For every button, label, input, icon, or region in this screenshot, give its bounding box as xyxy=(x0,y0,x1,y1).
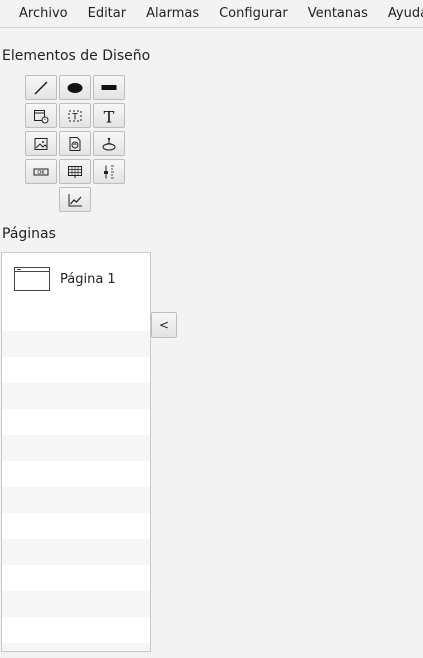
chart-icon xyxy=(68,193,82,206)
document-image-tool-button[interactable] xyxy=(59,131,91,156)
menu-bar: Archivo Editar Alarmas Configurar Ventan… xyxy=(0,0,423,28)
menu-alarmas[interactable]: Alarmas xyxy=(136,0,209,27)
pages-list-empty-rows xyxy=(2,305,150,651)
calendar-clock-icon xyxy=(34,109,49,123)
empty-row xyxy=(2,305,150,331)
empty-row xyxy=(2,591,150,617)
empty-row xyxy=(2,435,150,461)
ellipse-tool-button[interactable] xyxy=(59,75,91,100)
empty-row xyxy=(2,383,150,409)
svg-text:T: T xyxy=(71,112,78,122)
svg-text:OK: OK xyxy=(37,170,45,176)
page-item-label: Página 1 xyxy=(60,271,116,287)
table-icon xyxy=(68,165,82,178)
menu-ayuda[interactable]: Ayuda xyxy=(378,0,423,27)
empty-row xyxy=(2,487,150,513)
rectangle-tool-button[interactable] xyxy=(93,75,125,100)
ellipse-icon xyxy=(67,82,83,93)
empty-row xyxy=(2,539,150,565)
pages-title: Páginas xyxy=(2,226,56,242)
menu-archivo[interactable]: Archivo xyxy=(0,0,78,27)
button-icon: OK xyxy=(33,168,49,176)
empty-row xyxy=(2,461,150,487)
tank-tool-button[interactable] xyxy=(93,131,125,156)
tank-icon xyxy=(102,137,116,150)
rectangle-icon xyxy=(101,84,117,90)
table-tool-button[interactable] xyxy=(59,159,91,184)
menu-editar[interactable]: Editar xyxy=(78,0,137,27)
line-tool-button[interactable] xyxy=(25,75,57,100)
text-field-tool-button[interactable]: T xyxy=(59,103,91,128)
image-icon xyxy=(34,137,48,150)
empty-row xyxy=(2,513,150,539)
menu-ventanas[interactable]: Ventanas xyxy=(298,0,378,27)
slider-tool-button[interactable] xyxy=(93,159,125,184)
text-icon: T xyxy=(104,108,115,124)
design-elements-title: Elementos de Diseño xyxy=(2,48,151,64)
empty-row xyxy=(2,357,150,383)
svg-text:T: T xyxy=(104,108,115,124)
empty-row xyxy=(2,617,150,643)
slider-icon xyxy=(104,165,114,178)
empty-row xyxy=(2,565,150,591)
empty-row xyxy=(2,409,150,435)
text-tool-button[interactable]: T xyxy=(93,103,125,128)
pages-list: Página 1 xyxy=(1,252,151,652)
text-field-icon: T xyxy=(68,110,82,122)
line-icon xyxy=(34,81,48,94)
document-image-icon xyxy=(69,136,81,151)
empty-row xyxy=(2,331,150,357)
menu-configurar[interactable]: Configurar xyxy=(209,0,298,27)
image-tool-button[interactable] xyxy=(25,131,57,156)
empty-row xyxy=(2,643,150,651)
chart-tool-button[interactable] xyxy=(59,187,91,212)
collapse-panel-button[interactable]: < xyxy=(151,312,177,338)
page-thumbnail-icon xyxy=(14,267,50,291)
datetime-tool-button[interactable] xyxy=(25,103,57,128)
page-item[interactable]: Página 1 xyxy=(2,253,150,305)
button-tool-button[interactable]: OK xyxy=(25,159,57,184)
